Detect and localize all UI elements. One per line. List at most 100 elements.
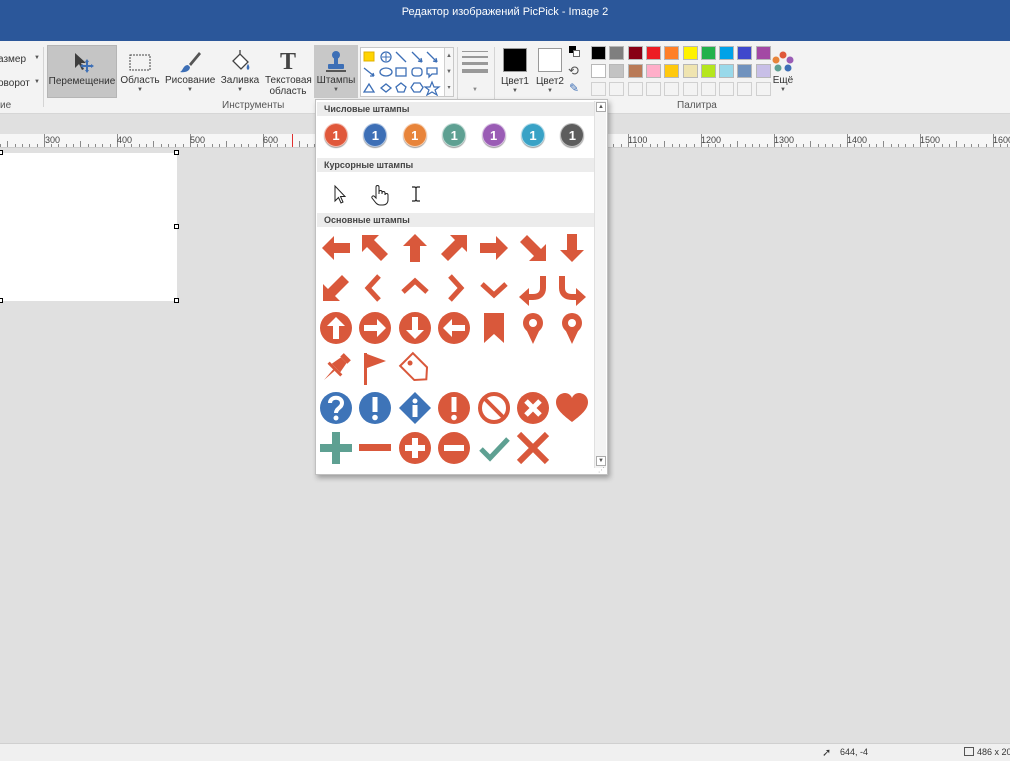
dropdown-scrollbar[interactable]: ▲ ▼ [594,101,606,468]
palette-empty-swatch[interactable] [627,82,643,96]
stamps-tool-button[interactable]: Штампы ▼ [314,45,358,98]
palette-color-swatch[interactable] [645,64,661,78]
circle-arrow-down-icon[interactable] [397,310,433,346]
palette-color-swatch[interactable] [682,46,698,60]
flag-icon[interactable] [357,350,393,386]
palette-color-swatch[interactable] [627,46,643,60]
palette-empty-swatch[interactable] [737,82,753,96]
resize-grip-icon[interactable]: ⋰ [598,466,605,474]
chevron-down-icon[interactable] [476,270,512,306]
scroll-down-icon[interactable]: ▼ [596,456,606,466]
palette-color-swatch[interactable] [700,64,716,78]
color2-button[interactable]: Цвет2 ▼ [533,41,567,98]
palette-color-swatch[interactable] [700,46,716,60]
bookmark-icon[interactable] [476,310,512,346]
text-area-tool-button[interactable]: T Текстовая область [265,45,312,98]
line-width-button[interactable] [462,49,488,73]
move-tool-button[interactable]: Перемещение [47,45,117,98]
map-pin-icon[interactable] [515,310,551,346]
palette-color-swatch[interactable] [627,64,643,78]
question-icon[interactable] [318,390,354,426]
info-icon[interactable] [397,390,433,426]
resize-handle[interactable] [0,150,3,155]
text-cursor-stamp-icon[interactable] [398,176,434,212]
eyedropper-icon[interactable]: ✎ [569,81,579,95]
resize-handle[interactable] [174,298,179,303]
palette-color-swatch[interactable] [609,46,625,60]
palette-color-swatch[interactable] [664,46,680,60]
arrow-down-left-icon[interactable] [318,270,354,306]
close-circle-icon[interactable] [515,390,551,426]
palette-empty-swatch[interactable] [719,82,735,96]
return-left-icon[interactable] [515,270,551,306]
palette-color-swatch[interactable] [737,64,753,78]
arrow-up-right-icon[interactable] [436,230,472,266]
circle-minus-icon[interactable] [436,430,472,466]
more-colors-button[interactable]: Ещё ▼ [768,45,798,98]
palette-color-swatch[interactable] [664,64,680,78]
scroll-up-icon[interactable]: ▲ [596,102,606,112]
palette-color-swatch[interactable] [719,64,735,78]
fill-tool-button[interactable]: Заливка ▼ [219,45,261,98]
palette-color-swatch[interactable] [719,46,735,60]
palette-color-swatch[interactable] [645,46,661,60]
arrow-left-icon[interactable] [318,230,354,266]
resize-handle[interactable] [174,150,179,155]
no-entry-icon[interactable] [476,390,512,426]
pushpin-icon[interactable] [318,350,354,386]
area-tool-button[interactable]: Область ▼ [119,45,161,98]
palette-color-swatch[interactable] [682,64,698,78]
palette-empty-swatch[interactable] [682,82,698,96]
number-stamp[interactable]: 1 [402,123,427,147]
chevron-up-icon[interactable] [397,270,433,306]
image-canvas[interactable] [0,153,177,301]
resize-handle[interactable] [0,298,3,303]
chevron-down-icon[interactable]: ▼ [445,64,453,80]
warning-icon[interactable] [436,390,472,426]
rotate-button[interactable]: оворот [0,78,30,89]
arrow-down-right-icon[interactable] [515,230,551,266]
circle-arrow-right-icon[interactable] [357,310,393,346]
circle-plus-icon[interactable] [397,430,433,466]
chevron-right-icon[interactable] [436,270,472,306]
color1-button[interactable]: Цвет1 ▼ [498,41,532,98]
arrow-down-icon[interactable] [554,230,590,266]
number-stamp[interactable]: 1 [481,123,506,147]
chevron-up-icon[interactable]: ▲ [445,48,453,64]
palette-empty-swatch[interactable] [664,82,680,96]
checkmark-icon[interactable] [476,430,512,466]
number-stamp[interactable]: 1 [324,123,348,147]
return-right-icon[interactable] [554,270,590,306]
heart-icon[interactable] [554,390,590,426]
palette-color-swatch[interactable] [609,64,625,78]
palette-color-swatch[interactable] [737,46,753,60]
arrow-cursor-stamp-icon[interactable] [322,176,358,212]
number-stamp[interactable]: 1 [442,123,467,147]
number-stamp[interactable]: 1 [560,123,585,147]
hand-cursor-stamp-icon[interactable] [362,176,398,212]
arrow-up-icon[interactable] [397,230,433,266]
plus-icon[interactable] [318,430,354,466]
palette-empty-swatch[interactable] [591,82,606,96]
circle-arrow-left-icon[interactable] [436,310,472,346]
circle-arrow-up-icon[interactable] [318,310,354,346]
palette-empty-swatch[interactable] [645,82,661,96]
tag-icon[interactable] [397,350,433,386]
resize-button[interactable]: азмер [0,54,26,65]
minus-icon[interactable] [357,430,393,466]
cross-icon[interactable] [515,430,551,466]
number-stamp[interactable]: 1 [363,123,388,147]
resize-handle[interactable] [174,224,179,229]
draw-tool-button[interactable]: Рисование ▼ [165,45,215,98]
number-stamp[interactable]: 1 [521,123,545,147]
swap-colors-icon[interactable]: ⟲ [568,63,579,79]
shapes-gallery[interactable]: ▲ ▼ ▾ [360,47,454,97]
arrow-up-left-icon[interactable] [357,230,393,266]
palette-color-swatch[interactable] [591,64,606,78]
palette-empty-swatch[interactable] [700,82,716,96]
chevron-left-icon[interactable] [357,270,393,306]
palette-empty-swatch[interactable] [609,82,625,96]
palette-color-swatch[interactable] [591,46,606,60]
expand-gallery-icon[interactable]: ▾ [445,80,453,96]
gallery-scroll[interactable]: ▲ ▼ ▾ [444,48,453,96]
